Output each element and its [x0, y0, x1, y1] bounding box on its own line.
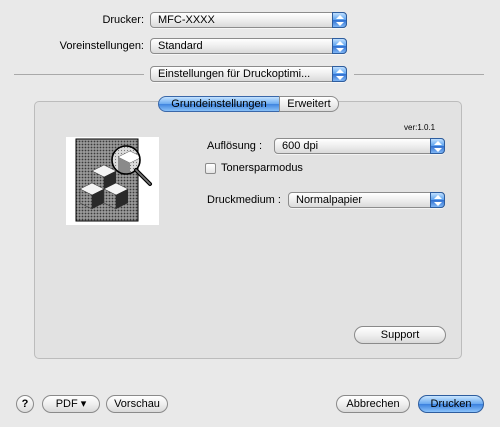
- support-button[interactable]: Support: [354, 326, 446, 344]
- presets-popup[interactable]: Standard: [150, 38, 347, 54]
- up-down-arrows-icon: [430, 192, 445, 208]
- divider-left: [14, 74, 144, 75]
- toner-save-checkbox[interactable]: [205, 163, 216, 174]
- media-label: Druckmedium :: [207, 194, 281, 206]
- help-button[interactable]: ?: [16, 395, 34, 413]
- tab-erweitert[interactable]: Erweitert: [279, 96, 339, 112]
- preview-button[interactable]: Vorschau: [106, 395, 168, 413]
- printer-value: MFC-XXXX: [158, 14, 215, 26]
- resolution-label: Auflösung :: [207, 140, 263, 152]
- media-popup[interactable]: Normalpapier: [288, 192, 445, 208]
- resolution-value: 600 dpi: [282, 140, 319, 152]
- panel-select-popup[interactable]: Einstellungen für Druckoptimi...: [150, 66, 347, 82]
- up-down-arrows-icon: [332, 12, 347, 28]
- printer-popup[interactable]: MFC-XXXX: [150, 12, 347, 28]
- print-preview-icon: [66, 137, 159, 225]
- panel-select-value: Einstellungen für Druckoptimi...: [158, 68, 311, 80]
- cancel-button[interactable]: Abbrechen: [336, 395, 410, 413]
- media-value: Normalpapier: [296, 194, 363, 206]
- up-down-arrows-icon: [332, 66, 347, 82]
- divider-right: [354, 74, 484, 75]
- presets-label: Voreinstellungen:: [59, 40, 144, 52]
- toner-save-label: Tonersparmodus: [221, 162, 303, 174]
- presets-value: Standard: [158, 40, 203, 52]
- tab-grundeinstellungen[interactable]: Grundeinstellungen: [158, 96, 280, 112]
- up-down-arrows-icon: [332, 38, 347, 54]
- pdf-button[interactable]: PDF ▾: [42, 395, 100, 413]
- version-label: ver:1.0.1: [404, 123, 436, 132]
- printer-label: Drucker:: [102, 14, 144, 26]
- up-down-arrows-icon: [430, 138, 445, 154]
- print-button[interactable]: Drucken: [418, 395, 484, 413]
- resolution-popup[interactable]: 600 dpi: [274, 138, 445, 154]
